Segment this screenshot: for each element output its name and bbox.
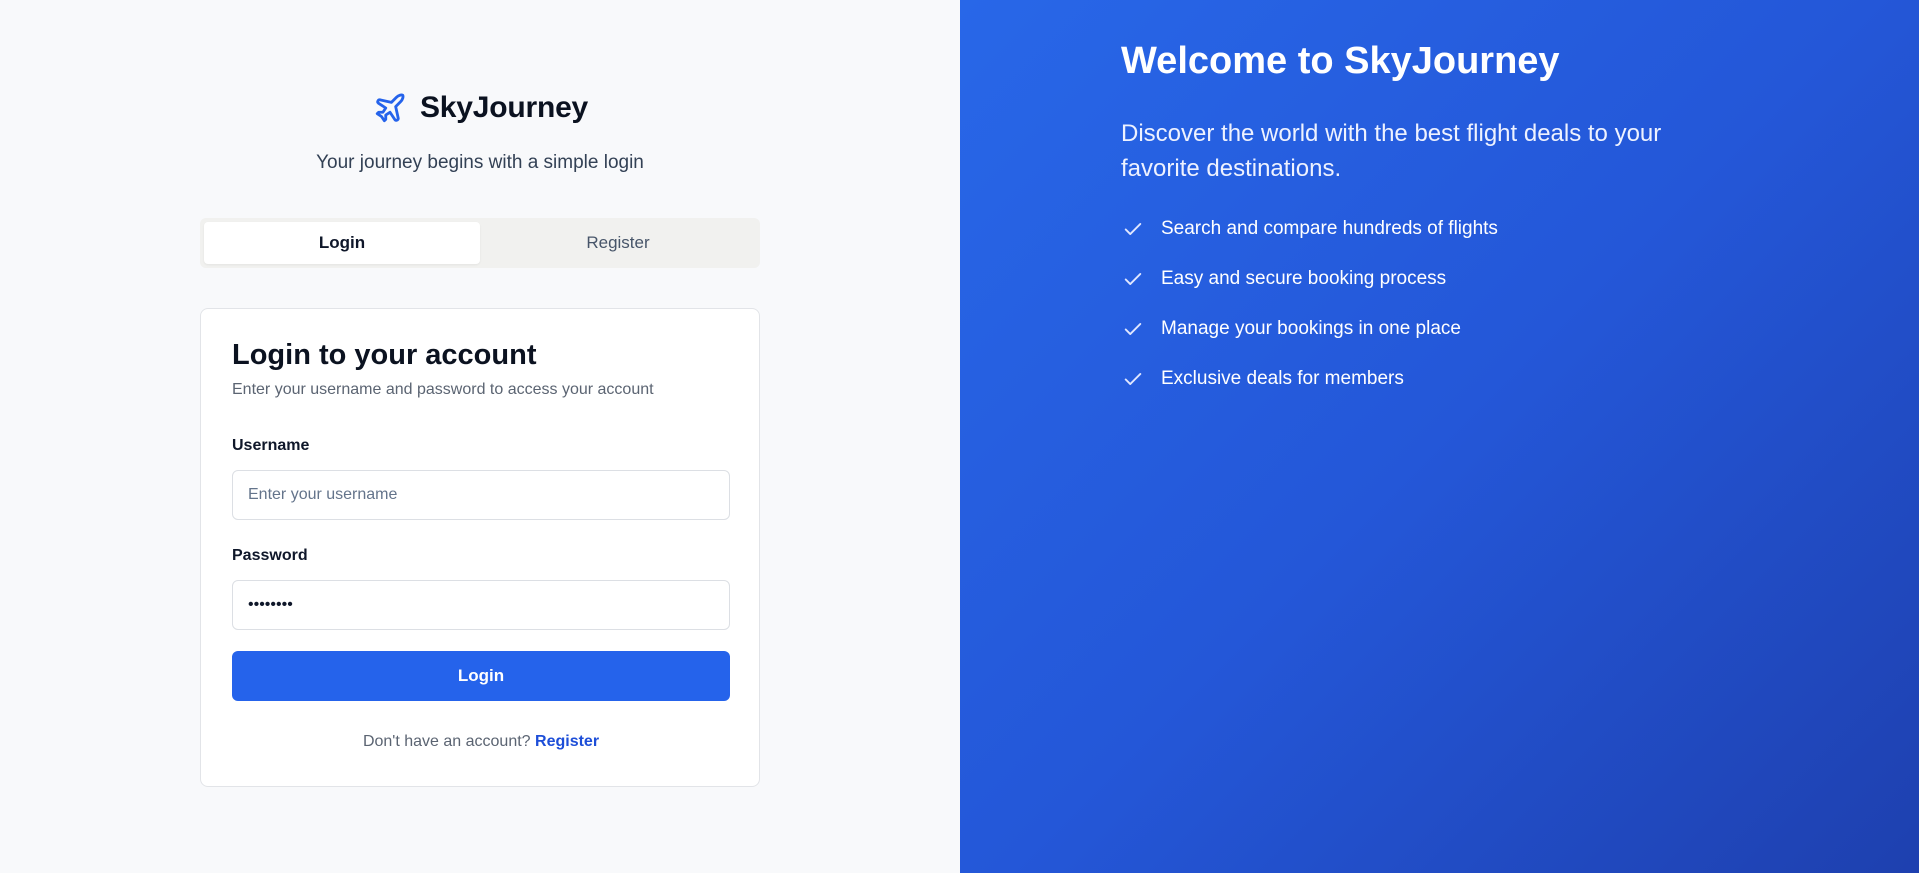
feature-text: Exclusive deals for members	[1161, 368, 1404, 389]
login-card: Login to your account Enter your usernam…	[200, 308, 760, 787]
feature-text: Easy and secure booking process	[1161, 268, 1447, 289]
password-label: Password	[232, 547, 308, 564]
card-subtitle: Enter your username and password to acce…	[232, 381, 654, 398]
username-label: Username	[232, 437, 310, 454]
check-icon	[1121, 367, 1145, 391]
feature-item: Manage your bookings in one place	[1121, 314, 1498, 344]
tab-register[interactable]: Register	[480, 222, 756, 264]
register-prompt-text: Don't have an account?	[362, 733, 531, 750]
card-title: Login to your account	[232, 339, 537, 371]
check-icon	[1121, 317, 1145, 341]
login-button[interactable]: Login	[232, 651, 730, 701]
feature-item: Exclusive deals for members	[1121, 364, 1498, 394]
hero-title: Welcome to SkyJourney	[1121, 40, 1560, 82]
tab-login[interactable]: Login	[204, 222, 480, 264]
feature-item: Easy and secure booking process	[1121, 264, 1498, 294]
tagline: Your journey begins with a simple login	[316, 152, 644, 173]
feature-list: Search and compare hundreds of flights E…	[1121, 214, 1498, 414]
password-input[interactable]	[232, 580, 730, 630]
plane-icon	[372, 90, 408, 126]
register-prompt: Don't have an account? Register	[201, 733, 761, 751]
feature-item: Search and compare hundreds of flights	[1121, 214, 1498, 244]
check-icon	[1121, 267, 1145, 291]
hero-subtitle: Discover the world with the best flight …	[1121, 120, 1662, 182]
register-link[interactable]: Register	[535, 733, 599, 750]
check-icon	[1121, 217, 1145, 241]
login-panel: SkyJourney Your journey begins with a si…	[0, 0, 960, 873]
username-input[interactable]	[232, 470, 730, 520]
brand-header: SkyJourney	[0, 88, 960, 128]
auth-tabs: Login Register	[200, 218, 760, 268]
feature-text: Manage your bookings in one place	[1161, 318, 1461, 339]
brand-name: SkyJourney	[419, 91, 589, 124]
hero-panel: Welcome to SkyJourney Discover the world…	[960, 0, 1919, 873]
feature-text: Search and compare hundreds of flights	[1161, 218, 1498, 239]
